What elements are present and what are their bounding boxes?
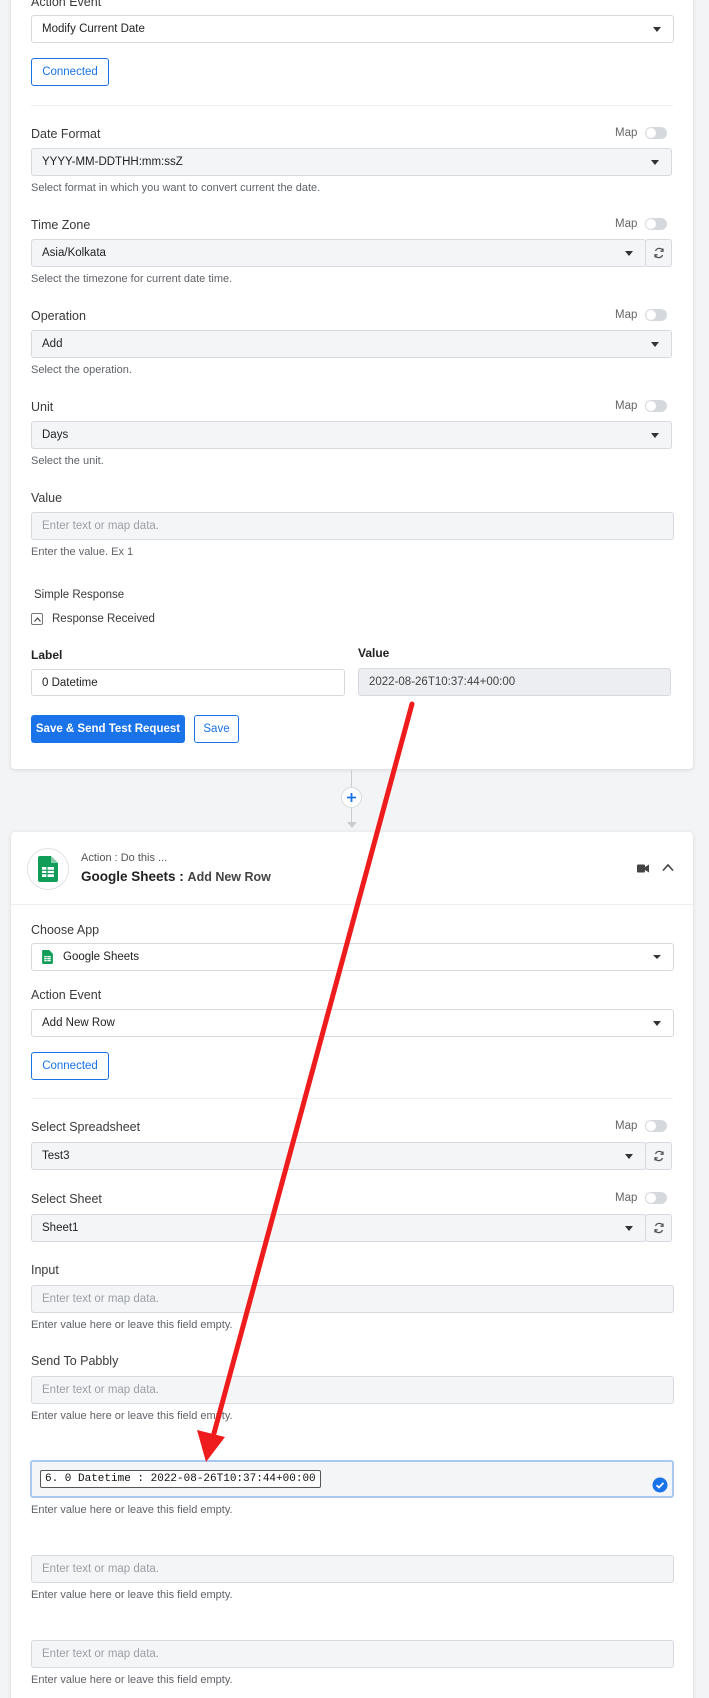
annotation-arrow: [197, 701, 415, 1462]
